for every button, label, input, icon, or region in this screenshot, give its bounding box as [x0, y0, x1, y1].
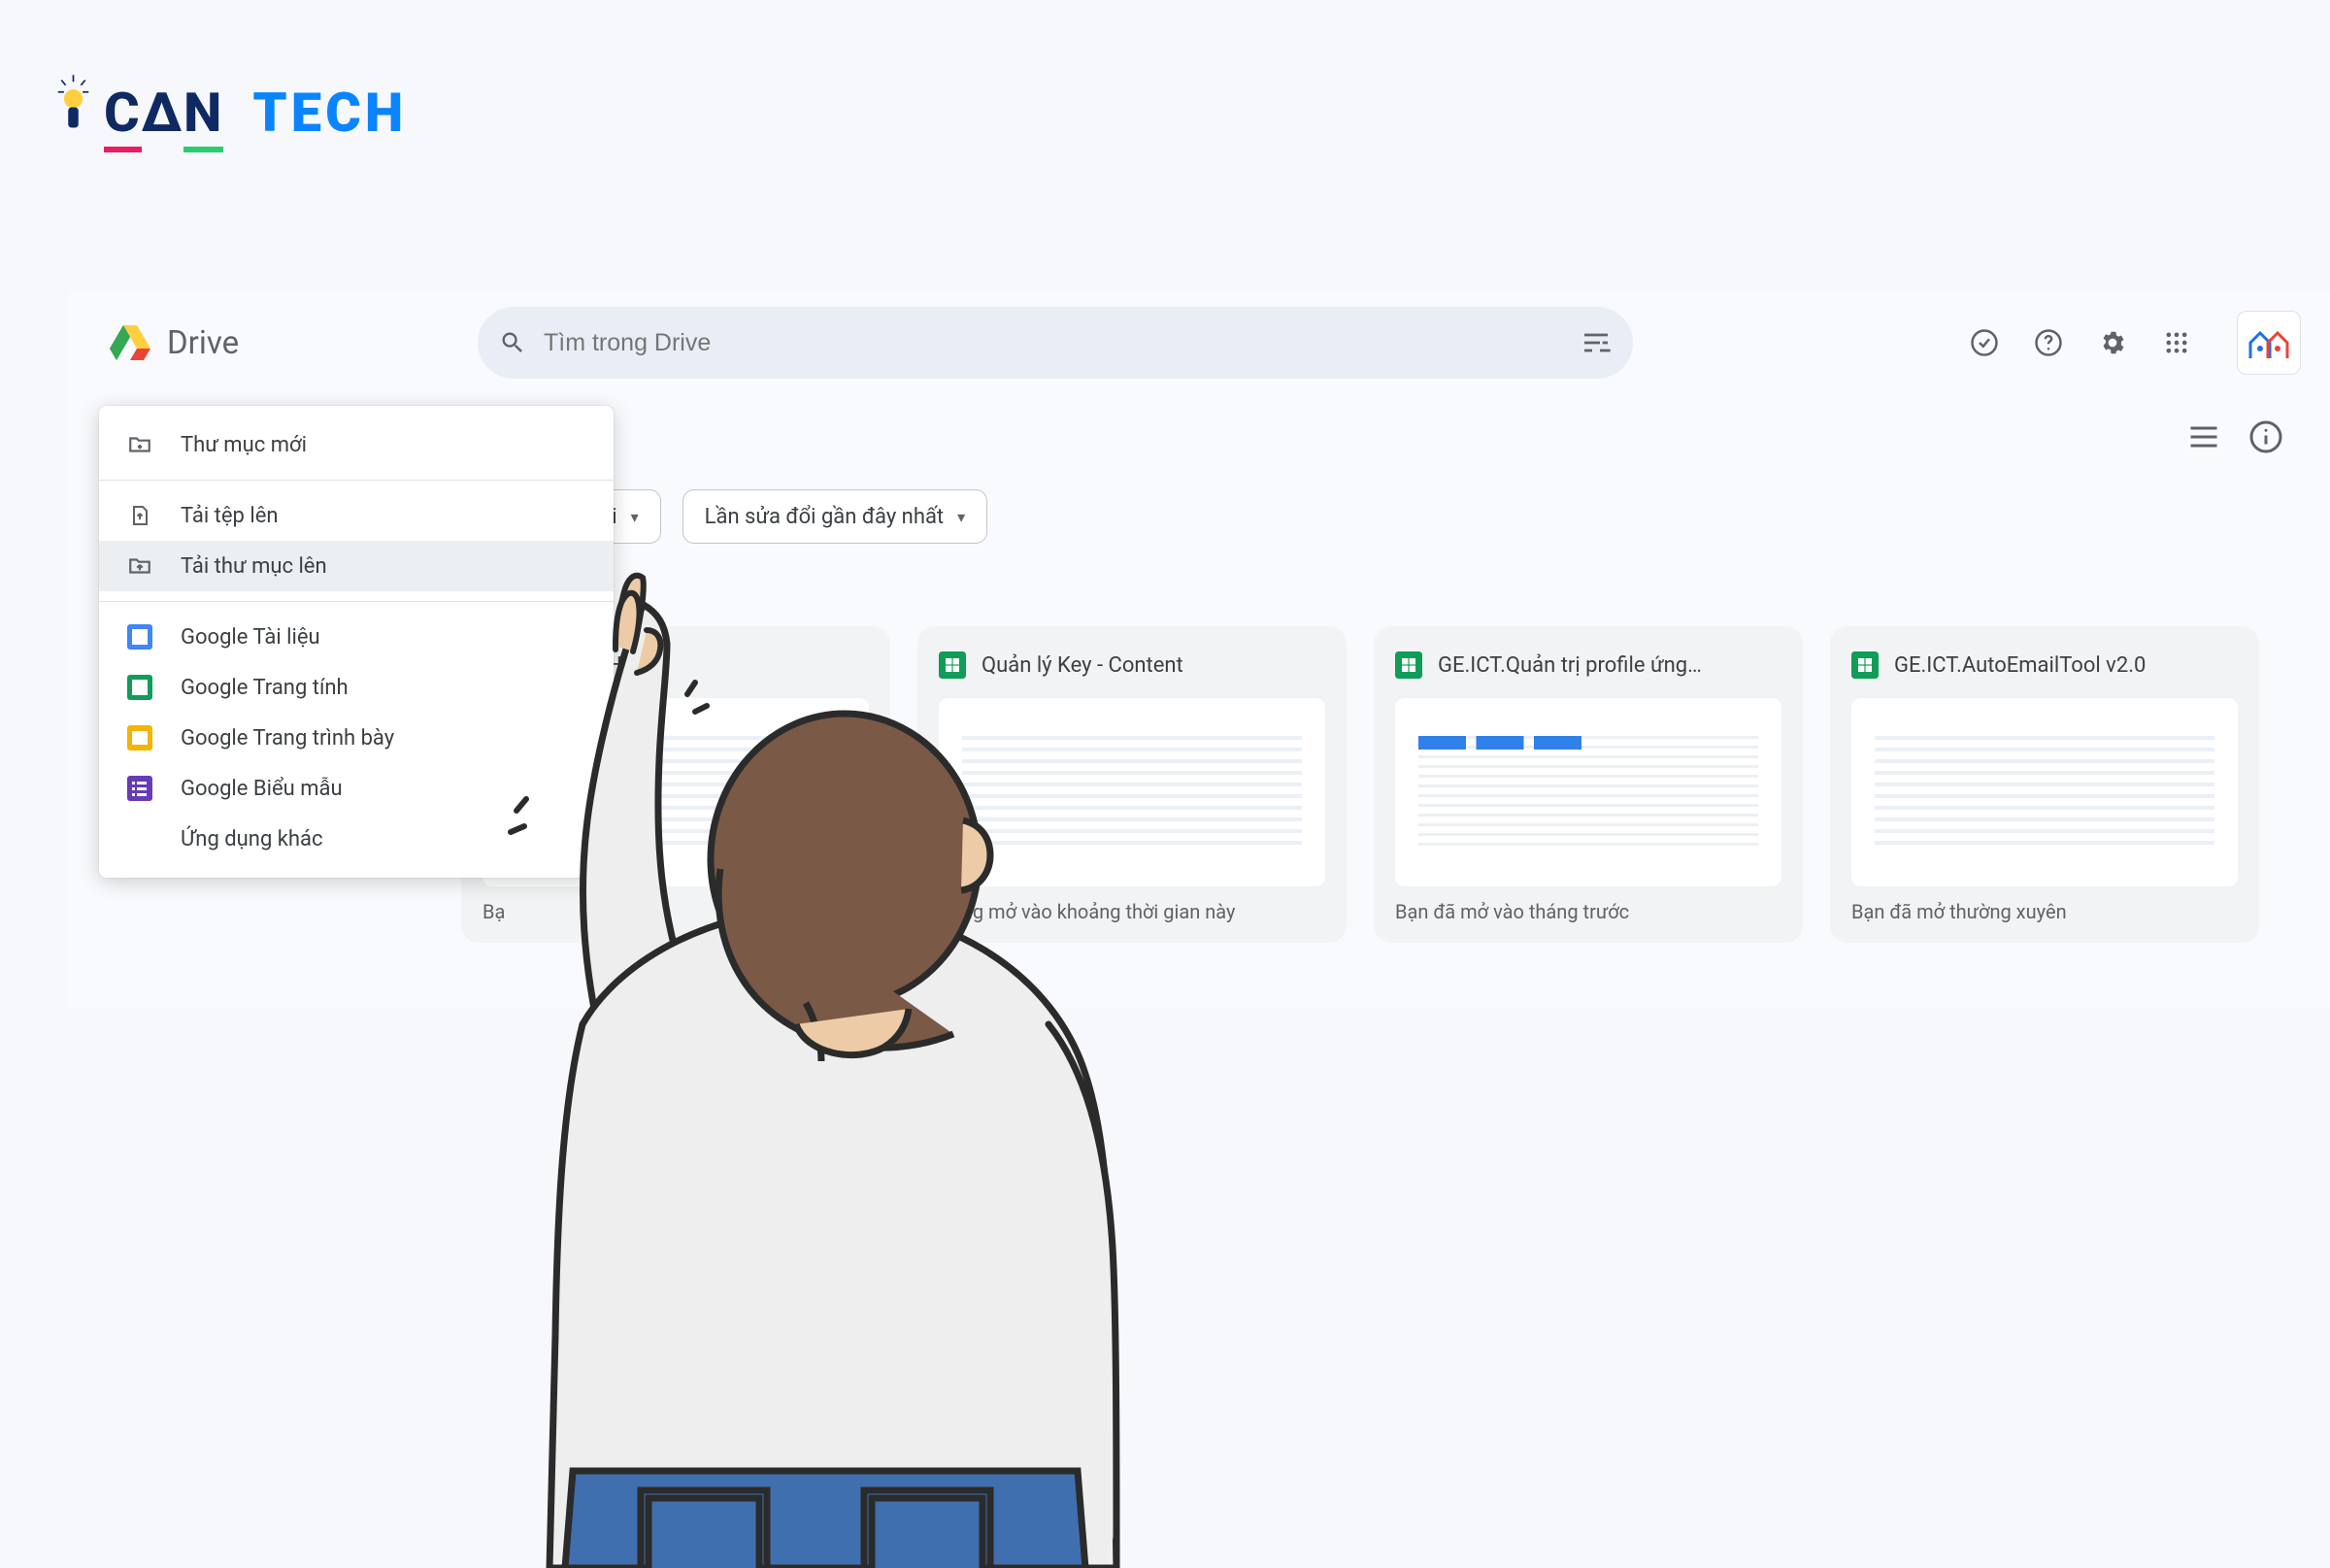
ready-offline-icon[interactable]	[1963, 321, 2006, 364]
google-forms-icon	[127, 776, 152, 801]
info-icon[interactable]	[2248, 419, 2283, 454]
file-card[interactable]: GE.ICT.AutoEmailTool v2.0 Bạn đã mở thườ…	[1830, 626, 2259, 943]
search-options-icon[interactable]	[1581, 327, 1612, 358]
suggested-section-label: xuất	[461, 577, 2301, 601]
filter-chips: ▾ Người▾ Lần sửa đổi gần đây nhất▾	[461, 489, 2301, 544]
file-title: GE.ICT.AutoEmailTool v2.0	[1894, 653, 2146, 678]
file-caption: Bạ	[483, 900, 869, 923]
lightbulb-icon	[56, 73, 90, 135]
drive-app-name: Drive	[167, 324, 239, 362]
file-title: Quản lý Key - Content	[982, 653, 1183, 678]
help-icon[interactable]	[2027, 321, 2070, 364]
apps-grid-icon[interactable]	[2155, 321, 2198, 364]
file-card[interactable]: Quản lý Key - Content ường mở vào khoảng…	[917, 626, 1347, 943]
new-folder-icon	[126, 431, 153, 458]
file-caption: Bạn đã mở thường xuyên	[1851, 900, 2238, 923]
file-preview	[939, 698, 1325, 886]
menu-item-google-docs[interactable]: Google Tài liệu	[99, 612, 614, 662]
sheets-icon	[1395, 651, 1422, 679]
menu-item-label: Google Trang tính	[181, 676, 349, 700]
google-slides-icon	[127, 725, 152, 751]
logo-tech-text: TECH	[252, 81, 407, 145]
sheets-icon	[1851, 651, 1879, 679]
new-context-menu: Thư mục mới Tải tệp lên Tải thư mục lên …	[99, 406, 614, 878]
filter-chip-modified[interactable]: Lần sửa đổi gần đây nhất▾	[682, 489, 988, 544]
menu-separator	[99, 601, 614, 602]
google-sheets-icon	[127, 675, 152, 700]
suggested-files-row: CANTECH Bạ Quản lý Key - Content ường mở…	[461, 626, 2301, 943]
list-view-icon[interactable]	[2186, 419, 2221, 454]
upload-folder-icon	[126, 552, 153, 580]
header-actions	[1749, 311, 2301, 375]
settings-icon[interactable]	[2091, 321, 2134, 364]
drive-content: của tôi ▾ ▾ Người▾ Lần sửa đổi gần đây n…	[461, 396, 2330, 943]
file-caption: Bạn đã mở vào tháng trước	[1395, 900, 1781, 923]
menu-item-label: Google Tài liệu	[181, 625, 320, 650]
account-avatar[interactable]	[2237, 311, 2301, 375]
file-preview	[1395, 698, 1781, 886]
upload-file-icon	[126, 502, 153, 529]
menu-item-new-folder[interactable]: Thư mục mới	[99, 419, 614, 470]
menu-item-google-slides[interactable]: Google Trang trình bày	[99, 713, 614, 763]
menu-item-label: Ứng dụng khác	[181, 827, 323, 851]
menu-item-label: Google Trang trình bày	[181, 726, 394, 751]
logo-can-text: CΔN	[104, 81, 239, 145]
menu-item-upload-folder[interactable]: Tải thư mục lên	[99, 541, 614, 591]
drive-logo[interactable]: Drive	[107, 319, 466, 366]
sheets-icon	[939, 651, 966, 679]
search-input[interactable]	[544, 329, 1563, 357]
hocmai-icon	[2247, 323, 2291, 362]
menu-item-more-apps[interactable]: Ứng dụng khác	[99, 814, 614, 864]
file-caption: ường mở vào khoảng thời gian này	[939, 900, 1325, 923]
menu-item-label: Tải tệp lên	[181, 504, 279, 528]
drive-icon	[107, 319, 153, 366]
menu-item-upload-file[interactable]: Tải tệp lên	[99, 490, 614, 541]
file-card[interactable]: GE.ICT.Quản trị profile ứng… Bạn đã mở v…	[1374, 626, 1803, 943]
search-icon	[499, 329, 526, 356]
menu-item-label: Tải thư mục lên	[181, 554, 327, 579]
menu-item-label: Google Biểu mẫu	[181, 777, 343, 801]
menu-item-label: Thư mục mới	[181, 433, 307, 457]
search-bar[interactable]	[478, 307, 1633, 379]
file-title: GE.ICT.Quản trị profile ứng…	[1438, 653, 1702, 678]
file-preview	[1851, 698, 2238, 886]
menu-item-google-sheets[interactable]: Google Trang tính	[99, 662, 614, 713]
menu-item-google-forms[interactable]: Google Biểu mẫu	[99, 763, 614, 814]
drive-header: Drive	[68, 289, 2330, 396]
chip-label: Lần sửa đổi gần đây nhất	[705, 505, 945, 529]
google-docs-icon	[127, 624, 152, 650]
menu-separator	[99, 480, 614, 481]
icantech-logo: CΔN TECH	[56, 73, 407, 145]
blank-icon	[126, 825, 153, 852]
google-drive-window: Drive	[68, 289, 2330, 1008]
